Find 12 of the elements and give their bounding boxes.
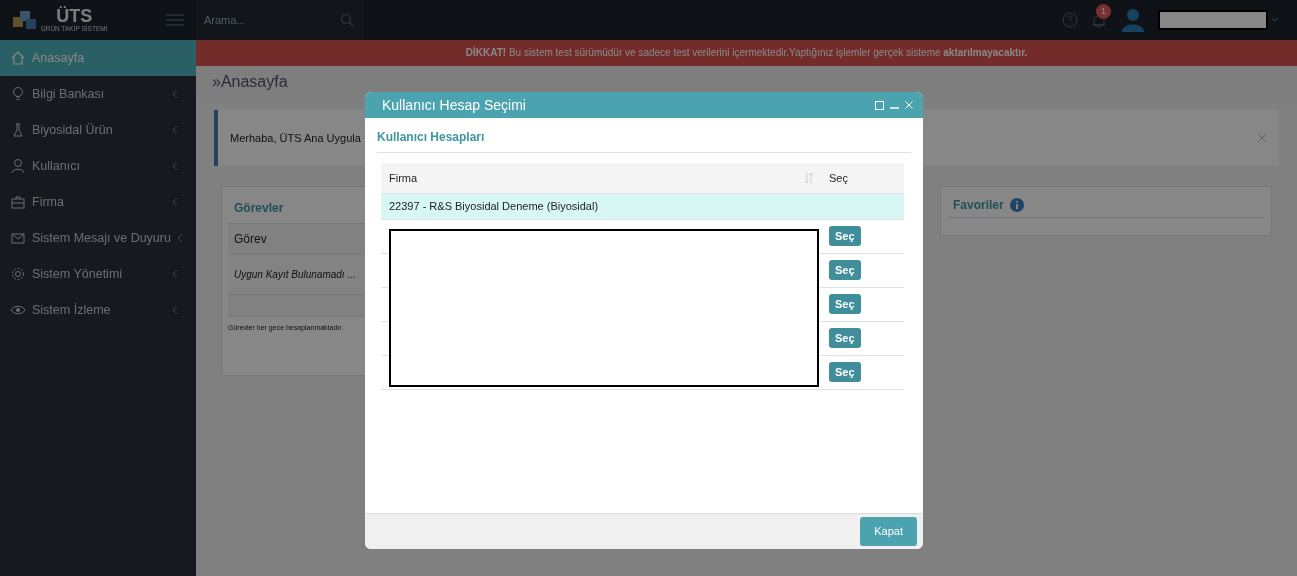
card-title: Favoriler [953, 197, 1004, 214]
logo-title: ÜTS [56, 7, 93, 25]
empty-message: Uygun Kayıt Bulunamadı ... [234, 269, 356, 280]
column-header: Görev [234, 232, 267, 246]
table-cell: 22397 - R&S Biyosidal Deneme (Biyosidal) [381, 193, 821, 219]
breadcrumb-text: »Anasayfa [212, 72, 288, 92]
welcome-text: Merhaba, ÜTS Ana Uygula [230, 130, 361, 146]
notification-badge: 1 [1096, 4, 1111, 19]
section-title: Kullanıcı Hesapları [377, 130, 485, 144]
card-title: Görevler [234, 201, 284, 215]
dialog-title: Kullanıcı Hesap Seçimi [382, 95, 526, 115]
warning-banner: DİKKAT! Bu sistem test sürümüdür ve sadece test verilerini içermektedir.Yaptığınız işlemler gerçek sisteme aktarılmayacaktır. [196, 40, 1297, 66]
